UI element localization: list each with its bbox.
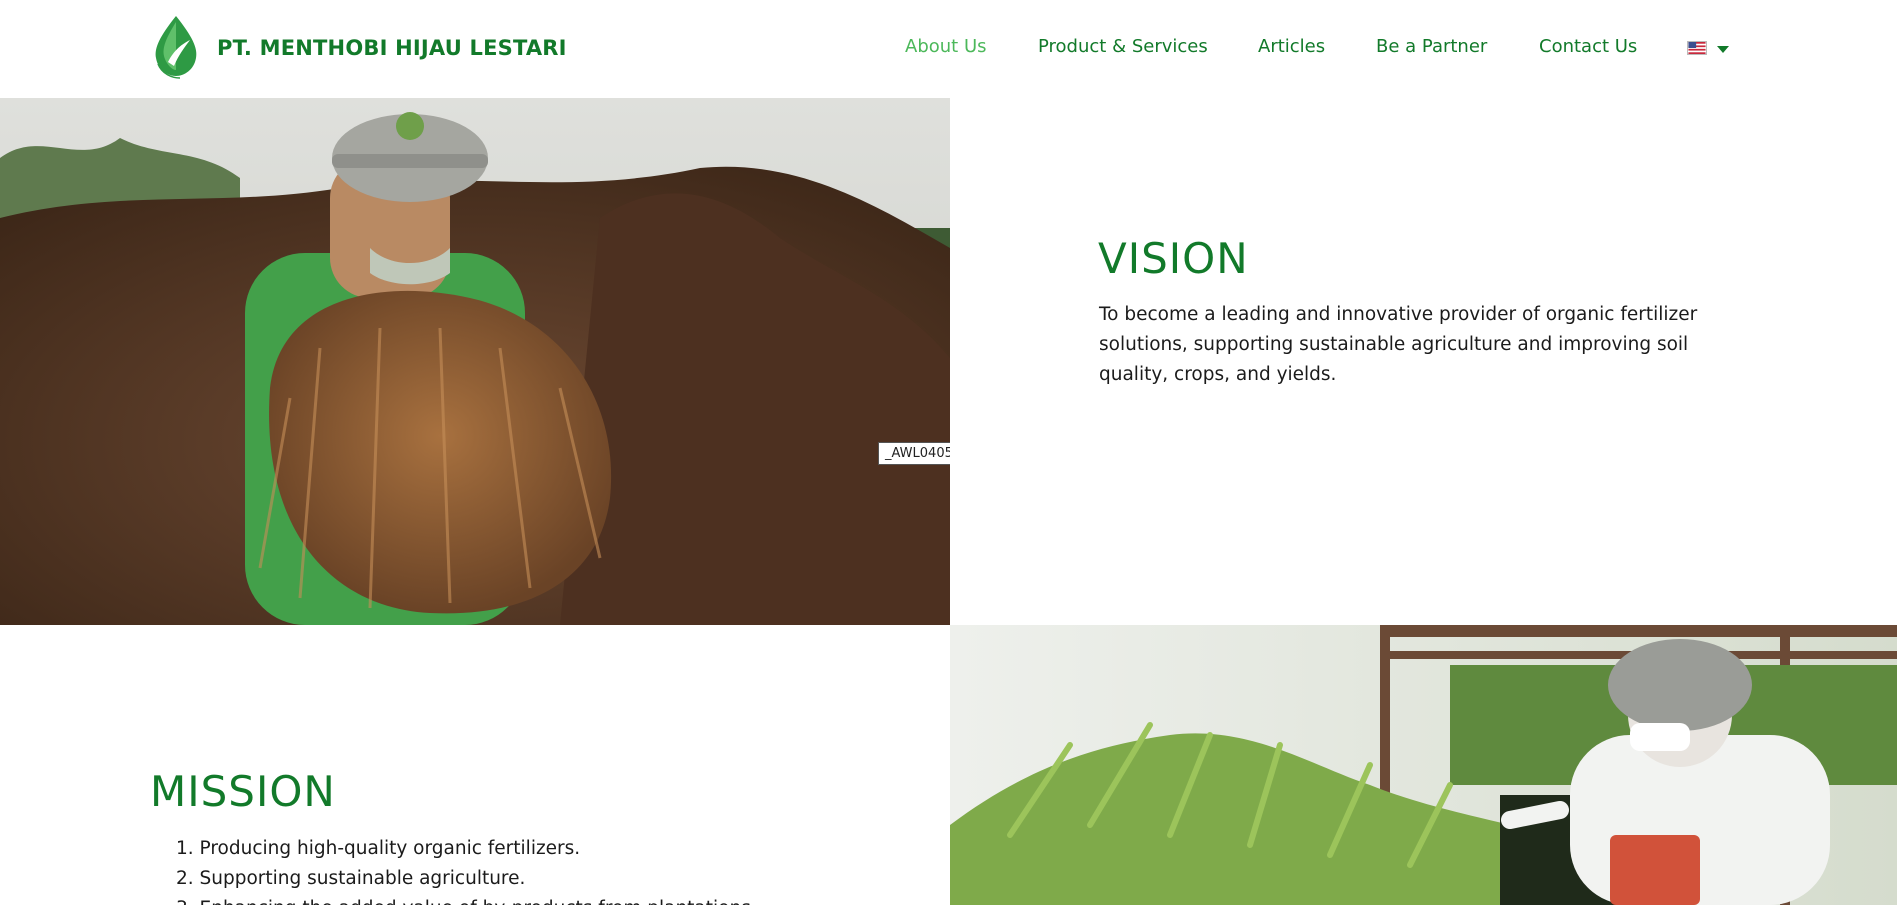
site-header: PT. MENTHOBI HIJAU LESTARI About Us Prod… <box>0 0 1897 98</box>
worker-holding-fiber-photo: _AWL0405 (2) <box>0 98 950 625</box>
vision-text: To become a leading and innovative provi… <box>1099 304 1698 385</box>
us-flag-icon <box>1687 41 1707 55</box>
nursery-worker-photo <box>950 625 1897 905</box>
image-filename-tooltip: _AWL0405 (2) <box>878 442 950 465</box>
chevron-down-icon <box>1717 46 1729 53</box>
list-item: 1. Producing high-quality organic fertil… <box>176 838 581 859</box>
nav-be-a-partner[interactable]: Be a Partner <box>1376 36 1487 57</box>
mission-heading: MISSION <box>150 767 336 816</box>
nav-articles[interactable]: Articles <box>1258 36 1325 57</box>
language-selector[interactable] <box>1687 40 1735 58</box>
nav-about-us[interactable]: About Us <box>905 36 987 57</box>
vision-heading: VISION <box>1098 234 1249 283</box>
nav-product-services[interactable]: Product & Services <box>1038 36 1208 57</box>
list-item: 2. Supporting sustainable agriculture. <box>176 868 526 889</box>
mission-list: 1. Producing high-quality organic fertil… <box>176 834 876 905</box>
list-item: 3. Enhancing the added value of by-produ… <box>176 894 876 905</box>
nav-contact-us[interactable]: Contact Us <box>1539 36 1637 57</box>
main-nav: About Us Product & Services Articles Be … <box>0 36 1897 62</box>
